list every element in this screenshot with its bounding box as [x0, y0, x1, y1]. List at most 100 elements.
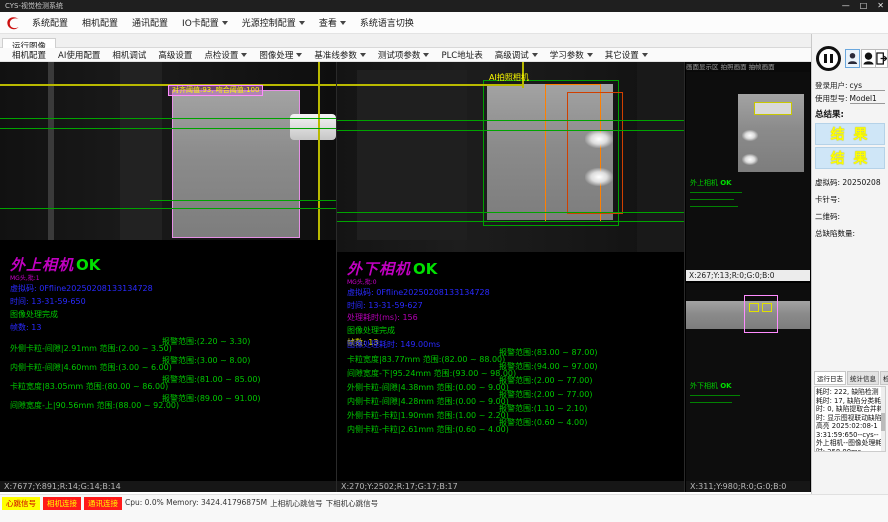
result-ok: OK — [413, 260, 437, 278]
tool-spot-check[interactable]: 点检设置 — [198, 49, 253, 61]
tool-plc-address[interactable]: PLC地址表 — [435, 49, 488, 61]
tool-ai-config[interactable]: AI使用配置 — [52, 49, 106, 61]
pixel-readout-thumb-upper: X:267;Y:13;R:0;G:0;B:0 — [686, 270, 810, 281]
result-ok: OK — [76, 256, 100, 274]
chevron-down-icon — [423, 53, 429, 57]
barcode-text: 虚拟码: 0Ffline20250208133134728 — [347, 286, 490, 299]
ai-camera-label: AI拍照相机 — [489, 72, 529, 83]
time-text: 时间: 13-31-59-650 — [10, 295, 153, 308]
model-field[interactable]: Model1 — [850, 94, 885, 104]
upper-camera-heartbeat-text: 上相机心跳信号 — [270, 497, 323, 509]
menu-io-config[interactable]: IO卡配置 — [175, 14, 235, 31]
panel-barcode: 虚拟码: 20250208 — [812, 171, 888, 188]
baseline-yellow — [337, 84, 522, 86]
tab-statistics[interactable]: 统计信息 — [847, 371, 879, 385]
measurement-row: 内侧卡粒-卡粒|2.61mm 范围:(0.60 ~ 4.00)报警范围:(0.6… — [347, 417, 509, 436]
tool-image-processing[interactable]: 图像处理 — [253, 49, 308, 61]
pixel-readout-upper: X:7677;Y:891;R:14;G:14;B:14 — [0, 481, 336, 492]
login-user-label: 登录用户: — [815, 80, 848, 91]
pause-icon — [824, 54, 827, 63]
tab-detection-info[interactable]: 检测信息 — [880, 371, 888, 385]
statusbar: 心跳信号 相机连接 通讯连接 Cpu: 0.0% Memory: 3424.41… — [0, 494, 888, 522]
thumbs-header: 画面显示区 拍照画面 抽帧画面 — [686, 62, 810, 72]
model-row: 使用型号: Model1 — [812, 91, 888, 104]
view-divider — [684, 62, 685, 492]
roi-threshold-label: 对齐阈值:93, 吻合阈值:100 — [168, 85, 263, 96]
camera-tag: MG头,批:0 — [347, 279, 490, 286]
heartbeat-badge: 心跳信号 — [2, 497, 40, 510]
admin-mode-button[interactable] — [861, 49, 876, 68]
camera-name: 外下相机 — [347, 260, 411, 278]
app-logo-icon — [5, 15, 21, 31]
menu-camera-config[interactable]: 相机配置 — [75, 14, 125, 31]
menubar: 系统配置 相机配置 通讯配置 IO卡配置 光源控制配置 查看 系统语言切换 — [0, 12, 888, 34]
chevron-down-icon — [587, 53, 593, 57]
logout-button[interactable] — [875, 49, 888, 68]
chevron-down-icon — [241, 53, 247, 57]
measurement-row: 间隙宽度-上|90.56mm 范围:(88.00 ~ 92.00)报警范围:(8… — [10, 393, 179, 412]
chevron-down-icon — [340, 21, 346, 25]
thumb-camera-name: 外下相机 — [690, 382, 718, 390]
log-output[interactable]: 耗时: 222, 缺陷检测耗时: 17, 缺陷分类耗时: 0, 缺陷提取合并耗时… — [814, 386, 886, 452]
pixel-readout-lower: X:270;Y:2502;R:17;G:17;B:17 — [337, 481, 684, 492]
log-scrollbar[interactable] — [881, 387, 885, 451]
titlebar: CYS-视觉检测系统 — □ ✕ — [0, 0, 888, 12]
thumbnail-upper[interactable]: 外上相机 OK — [686, 72, 810, 270]
menu-comm-config[interactable]: 通讯配置 — [125, 14, 175, 31]
close-button[interactable]: ✕ — [877, 0, 884, 12]
tool-baseline-params[interactable]: 基准线参数 — [308, 49, 372, 61]
user-mode-button[interactable] — [845, 49, 860, 68]
menu-system-config[interactable]: 系统配置 — [25, 14, 75, 31]
measurement-row: 外侧卡粒-间隙|2.91mm 范围:(2.00 ~ 3.50)报警范围:(2.2… — [10, 336, 172, 355]
tab-run-log[interactable]: 运行日志 — [814, 371, 846, 385]
time-text: 时间: 13-31-59-627 — [347, 299, 490, 312]
needle-number-label: 卡针号: — [812, 188, 888, 205]
toolbar: 相机配置 AI使用配置 相机调试 高级设置 点检设置 图像处理 基准线参数 测试… — [0, 48, 812, 62]
camera-view-lower[interactable]: AI拍照相机 外下相机OK MG头,批:0 虚拟码: 0Ffline202502… — [337, 62, 684, 481]
logout-door-icon — [876, 52, 887, 65]
user-icon — [847, 52, 858, 65]
barcode-text: 虚拟码: 0Ffline20250208133134728 — [10, 282, 153, 295]
defect-count-label: 总缺陷数量: — [812, 222, 888, 239]
lower-camera-heartbeat-text: 下相机心跳信号 — [326, 497, 379, 509]
user-dark-icon — [863, 52, 874, 65]
chevron-down-icon — [360, 53, 366, 57]
chevron-down-icon — [642, 53, 648, 57]
camera-image-lower: AI拍照相机 — [337, 62, 684, 252]
tool-camera-config[interactable]: 相机配置 — [6, 49, 52, 61]
chevron-down-icon — [222, 21, 228, 25]
pause-button[interactable] — [816, 46, 841, 71]
tool-learning-params[interactable]: 学习参数 — [544, 49, 599, 61]
panel-buttons — [812, 46, 888, 78]
panel-tabs: 运行日志 统计信息 检测信息 — [814, 371, 886, 385]
frame-count: 帧数: 13 — [10, 321, 153, 334]
qr-code-label: 二维码: — [812, 205, 888, 222]
chevron-down-icon — [299, 21, 305, 25]
right-panel: 登录用户: cys 使用型号: Model1 总结果: 结 果 结 果 虚拟码:… — [811, 34, 888, 507]
login-user-field[interactable]: cys — [850, 81, 885, 91]
window-title: CYS-视觉检测系统 — [5, 2, 63, 10]
camera-name: 外上相机 — [10, 256, 74, 274]
menu-light-config[interactable]: 光源控制配置 — [235, 14, 312, 31]
minimize-button[interactable]: — — [842, 0, 850, 12]
camera-tag: MG头,批:1 — [10, 275, 153, 282]
maximize-button[interactable]: □ — [860, 0, 868, 12]
status-text: 图像处理完成 — [10, 308, 153, 321]
tool-advanced-debug[interactable]: 高级调试 — [489, 49, 544, 61]
chevron-down-icon — [532, 53, 538, 57]
menu-view[interactable]: 查看 — [312, 14, 353, 31]
tool-other-settings[interactable]: 其它设置 — [599, 49, 654, 61]
app-window: CYS-视觉检测系统 — □ ✕ 系统配置 相机配置 通讯配置 IO卡配置 光源… — [0, 0, 888, 522]
chevron-down-icon — [296, 53, 302, 57]
camera-connect-badge: 相机连接 — [43, 497, 81, 510]
tool-camera-debug[interactable]: 相机调试 — [106, 49, 152, 61]
window-controls: — □ ✕ — [842, 0, 884, 12]
tool-test-params[interactable]: 测试项参数 — [372, 49, 436, 61]
thumb-camera-name: 外上相机 — [690, 179, 718, 187]
tool-advanced-settings[interactable]: 高级设置 — [152, 49, 198, 61]
total-result-label: 总结果: — [812, 104, 888, 121]
camera-view-upper[interactable]: 对齐阈值:93, 吻合阈值:100 外上相机OK MG头,批:1 虚拟码: 0F… — [0, 62, 336, 481]
tabbar: 运行图像 — [0, 34, 888, 48]
thumbnail-lower[interactable]: 外下相机 OK — [686, 283, 810, 481]
menu-language-switch[interactable]: 系统语言切换 — [353, 14, 421, 31]
